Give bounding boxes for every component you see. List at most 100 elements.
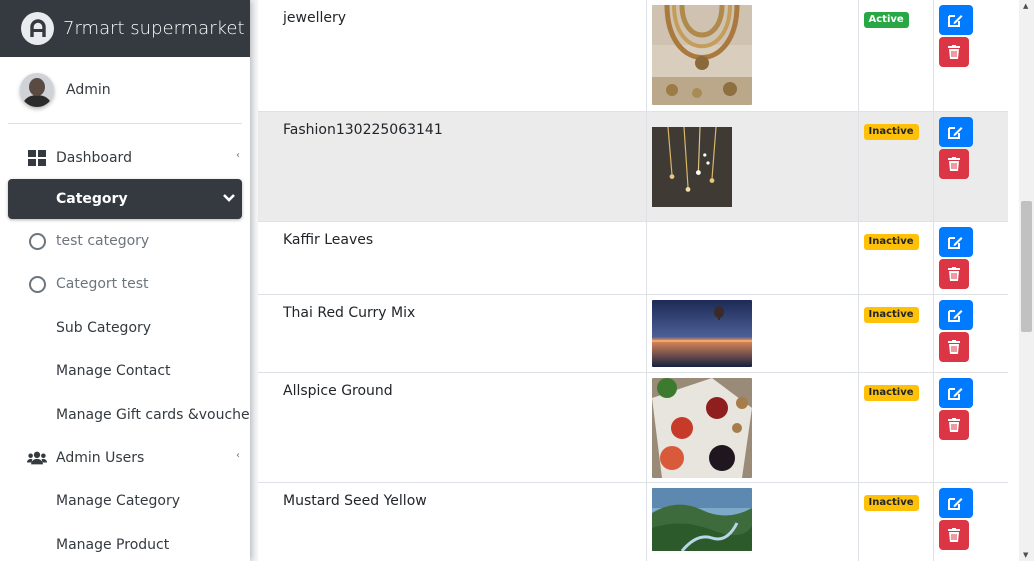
scroll-down-arrow-icon[interactable]: ▼ <box>1023 551 1028 559</box>
brand-title: 7rmart supermarket <box>63 18 245 39</box>
scroll-up-arrow-icon[interactable]: ▲ <box>1023 2 1028 10</box>
category-table: jewellery Active Fashion130225063141 Ina… <box>258 0 1008 561</box>
table-row: Thai Red Curry Mix Inactive <box>258 294 1008 373</box>
sidebar-item-label: test category <box>56 233 150 250</box>
sidebar: 7rmart supermarket Admin Dashboard ‹ Cat… <box>0 0 250 561</box>
edit-icon <box>948 387 963 400</box>
sidebar-item-dashboard[interactable]: Dashboard ‹ <box>8 136 242 179</box>
actions-cell <box>933 0 1008 112</box>
edit-button[interactable] <box>938 377 973 408</box>
delete-button[interactable] <box>938 519 969 550</box>
actions-cell <box>933 372 1008 483</box>
edit-icon <box>948 236 963 249</box>
users-icon <box>27 450 47 466</box>
sidebar-nav: Dashboard ‹ Category test category Categ… <box>0 124 250 561</box>
sidebar-item-sub-category[interactable]: Sub Category <box>8 306 242 349</box>
table-row: jewellery Active <box>258 0 1008 112</box>
scrollbar-thumb[interactable] <box>1021 201 1032 332</box>
actions-cell <box>933 482 1008 561</box>
sidebar-item-label: Category <box>56 191 128 208</box>
brand-link[interactable]: 7rmart supermarket <box>0 0 250 57</box>
edit-icon <box>948 126 963 139</box>
trash-icon <box>947 266 960 281</box>
sidebar-item-label: Manage Contact <box>56 363 171 380</box>
chevron-down-icon <box>222 191 236 209</box>
category-name: Fashion130225063141 <box>258 111 647 222</box>
avatar[interactable] <box>20 73 54 107</box>
sidebar-item-test-category[interactable]: test category <box>8 219 242 262</box>
trash-icon <box>947 417 960 432</box>
green-valley-landscape-photo <box>651 487 752 552</box>
status-badge: Inactive <box>863 384 919 401</box>
table-row: Kaffir Leaves Inactive <box>258 221 1008 295</box>
sidebar-item-admin-users[interactable]: Admin Users ‹ <box>8 436 242 479</box>
category-name: Thai Red Curry Mix <box>258 294 647 373</box>
gold-chains-photo <box>651 126 732 207</box>
status-badge: Inactive <box>863 233 919 250</box>
edit-button[interactable] <box>938 487 973 518</box>
edit-icon <box>948 309 963 322</box>
category-name: jewellery <box>258 0 647 112</box>
circle-icon <box>27 275 47 293</box>
edit-icon <box>948 497 963 510</box>
actions-cell <box>933 294 1008 373</box>
main-content: jewellery Active Fashion130225063141 Ina… <box>250 0 1019 561</box>
sidebar-item-label: Dashboard <box>56 149 132 166</box>
table-row: Fashion130225063141 Inactive <box>258 111 1008 222</box>
sidebar-item-label: Categort test <box>56 276 149 293</box>
category-image-cell <box>646 221 859 295</box>
page-scrollbar[interactable]: ▲ ▼ <box>1019 0 1034 561</box>
status-cell: Inactive <box>858 294 934 373</box>
apples-and-nuts-photo <box>651 377 752 478</box>
category-name: Allspice Ground <box>258 372 647 483</box>
status-cell: Inactive <box>858 372 934 483</box>
sidebar-item-label: Manage Category <box>56 493 181 510</box>
delete-button[interactable] <box>938 258 969 289</box>
sidebar-item-categort-test[interactable]: Categort test <box>8 263 242 306</box>
edit-icon <box>948 15 963 27</box>
delete-button[interactable] <box>938 148 969 179</box>
status-badge: Inactive <box>863 123 919 140</box>
edit-button[interactable] <box>938 5 973 35</box>
status-badge: Inactive <box>863 494 919 511</box>
sidebar-item-manage-category[interactable]: Manage Category <box>8 480 242 523</box>
user-name[interactable]: Admin <box>66 82 111 98</box>
sidebar-item-label: Manage Product <box>56 536 170 553</box>
edit-button[interactable] <box>938 299 973 330</box>
dashboard-grid-icon <box>27 149 47 166</box>
table-row: Mustard Seed Yellow Inactive <box>258 482 1008 561</box>
table-row: Allspice Ground Inactive <box>258 372 1008 483</box>
delete-button[interactable] <box>938 409 969 440</box>
user-panel[interactable]: Admin <box>8 57 242 124</box>
sidebar-item-manage-product[interactable]: Manage Product <box>8 523 242 561</box>
status-badge: Inactive <box>863 306 919 323</box>
jewellery-necklace-photo <box>651 4 752 105</box>
category-name: Mustard Seed Yellow <box>258 482 647 561</box>
sidebar-item-label: Sub Category <box>56 319 152 336</box>
status-badge: Active <box>863 12 909 28</box>
caret-left-icon: ‹ <box>236 150 240 161</box>
edit-button[interactable] <box>938 116 973 147</box>
category-image-cell <box>646 0 859 112</box>
actions-cell <box>933 111 1008 222</box>
category-name: Kaffir Leaves <box>258 221 647 295</box>
brand-logo-icon <box>21 12 54 45</box>
trash-icon <box>947 339 960 354</box>
actions-cell <box>933 221 1008 295</box>
category-image-cell <box>646 482 859 561</box>
edit-button[interactable] <box>938 226 973 257</box>
delete-button[interactable] <box>938 37 969 67</box>
caret-left-icon: ‹ <box>236 450 240 462</box>
sidebar-item-category[interactable]: Category <box>8 179 242 220</box>
status-cell: Inactive <box>858 221 934 295</box>
category-image-cell <box>646 372 859 483</box>
status-cell: Inactive <box>858 111 934 222</box>
hot-air-balloon-sunset-photo <box>651 299 752 367</box>
sidebar-item-manage-gift-cards[interactable]: Manage Gift cards &voucher <box>8 393 250 436</box>
category-image-cell <box>646 111 859 222</box>
delete-button[interactable] <box>938 331 969 362</box>
circle-icon <box>27 232 47 250</box>
sidebar-item-label: Admin Users <box>56 450 145 467</box>
sidebar-item-manage-contact[interactable]: Manage Contact <box>8 350 242 393</box>
status-cell: Inactive <box>858 482 934 561</box>
